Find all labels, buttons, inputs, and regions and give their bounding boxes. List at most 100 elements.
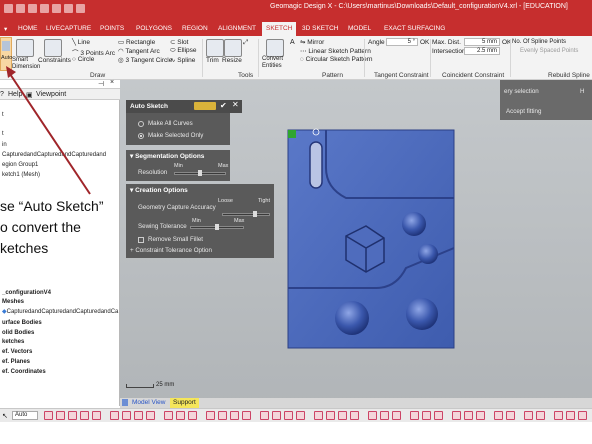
geometry-capture-slider-thumb[interactable] (253, 211, 257, 217)
tab-region[interactable]: REGION (182, 25, 208, 32)
display-icon[interactable] (176, 411, 185, 420)
tool-icon[interactable] (314, 411, 323, 420)
tool-icon[interactable] (368, 411, 377, 420)
resolution-slider[interactable] (174, 170, 226, 176)
tree-item[interactable]: urface Bodies (2, 320, 42, 326)
view-icon[interactable] (134, 411, 143, 420)
tree-item[interactable]: ◆CapturedandCapturedandCapturedandCa (2, 308, 118, 315)
options-icon[interactable] (76, 4, 85, 13)
sewing-tolerance-slider-thumb[interactable] (215, 224, 219, 230)
select-icon[interactable] (92, 411, 101, 420)
render-icon[interactable] (242, 411, 251, 420)
view-icon[interactable] (110, 411, 119, 420)
resize-icon[interactable] (224, 39, 242, 57)
sewing-tolerance-slider[interactable] (190, 224, 244, 230)
tab-sketch[interactable]: SKETCH (262, 22, 297, 36)
open-icon[interactable] (28, 4, 37, 13)
mirror-tool[interactable]: ⇋ Mirror (300, 38, 324, 46)
tool-icon[interactable] (578, 411, 587, 420)
tool-icon[interactable] (554, 411, 563, 420)
display-icon[interactable] (164, 411, 173, 420)
tab-points[interactable]: POINTS (100, 25, 124, 32)
tab-livecapture[interactable]: LIVECAPTURE (46, 25, 91, 32)
tool-icon[interactable] (326, 411, 335, 420)
tree-item[interactable]: ef. Coordinates (2, 369, 46, 375)
render-icon[interactable] (230, 411, 239, 420)
cancel-x-icon[interactable]: ✕ (232, 100, 239, 109)
tool-icon[interactable] (524, 411, 533, 420)
preview-icon[interactable] (194, 102, 216, 110)
tool-icon[interactable] (566, 411, 575, 420)
tree-item[interactable]: ef. Vectors (2, 349, 32, 355)
redo-icon[interactable] (64, 4, 73, 13)
nav-icon[interactable] (122, 399, 128, 406)
tree-item[interactable]: olid Bodies (2, 330, 34, 336)
quick-access-toolbar[interactable] (4, 4, 124, 17)
display-icon[interactable] (188, 411, 197, 420)
remove-small-fillet-checkbox[interactable] (138, 237, 144, 243)
convert-entities-icon[interactable] (266, 39, 284, 57)
any-selection-label[interactable]: ery selection (504, 88, 539, 95)
angle-input[interactable]: 5 ° (386, 38, 418, 46)
tool-icon[interactable] (410, 411, 419, 420)
tab-home[interactable]: HOME (18, 25, 38, 32)
mode-icon[interactable] (284, 411, 293, 420)
rectangle-tool[interactable]: ▭ Rectangle (118, 38, 155, 46)
tab-model-view[interactable]: Model View (132, 399, 165, 406)
tool-icon[interactable] (350, 411, 359, 420)
trim-icon[interactable] (206, 39, 224, 57)
creation-title[interactable]: ▾ Creation Options (130, 186, 188, 194)
render-icon[interactable] (218, 411, 227, 420)
constraint-tolerance-option[interactable]: + Constraint Tolerance Option (130, 247, 212, 254)
tree-item[interactable]: ef. Planes (2, 359, 30, 365)
make-selected-only-radio[interactable] (138, 133, 144, 139)
text-tool[interactable]: A (290, 39, 295, 46)
ellipse-tool[interactable]: ⬭ Ellipse (170, 47, 197, 55)
select-icon[interactable] (80, 411, 89, 420)
tool-icon[interactable] (476, 411, 485, 420)
intersection-input[interactable]: 2.5 mm (464, 47, 500, 55)
select-icon[interactable] (68, 411, 77, 420)
sketch-extra-tool[interactable]: ⤢ (243, 39, 248, 47)
slot-tool[interactable]: ⊂ Slot (170, 38, 188, 46)
new-icon[interactable] (16, 4, 25, 13)
linear-sketch-pattern-tool[interactable]: ⋯ Linear Sketch Pattern (300, 47, 371, 55)
render-icon[interactable] (206, 411, 215, 420)
tree-item[interactable]: Meshes (2, 299, 24, 305)
make-all-curves-label[interactable]: Make All Curves (148, 120, 193, 127)
undo-icon[interactable] (52, 4, 61, 13)
tool-icon[interactable] (536, 411, 545, 420)
segmentation-title[interactable]: ▾ Segmentation Options (130, 152, 204, 160)
tool-icon[interactable] (506, 411, 515, 420)
tree-item[interactable]: ketches (2, 339, 24, 345)
resize-label[interactable]: Resize (222, 57, 242, 64)
tool-icon[interactable] (422, 411, 431, 420)
select-icon[interactable] (56, 411, 65, 420)
mode-icon[interactable] (272, 411, 281, 420)
save-icon[interactable] (40, 4, 49, 13)
tab-model[interactable]: MODEL (348, 25, 371, 32)
tab-exact-surfacing[interactable]: EXACT SURFACING (384, 25, 445, 32)
app-menu-icon[interactable]: ▾ (4, 25, 7, 33)
angle-ok-button[interactable]: OK (420, 39, 429, 46)
remove-small-fillet-label[interactable]: Remove Small Fillet (148, 236, 203, 243)
tab-polygons[interactable]: POLYGONS (136, 25, 172, 32)
accept-fitting-label[interactable]: Accept fitting (506, 108, 541, 115)
mode-icon[interactable] (260, 411, 269, 420)
tool-icon[interactable] (464, 411, 473, 420)
resolution-slider-thumb[interactable] (198, 170, 202, 176)
tool-icon[interactable] (434, 411, 443, 420)
make-all-curves-radio[interactable] (138, 121, 144, 127)
ok-check-icon[interactable]: ✔ (220, 101, 227, 110)
spline-tool[interactable]: ∿ Spline (170, 56, 195, 64)
tool-icon[interactable] (392, 411, 401, 420)
select-icon[interactable] (44, 411, 53, 420)
tab-alignment[interactable]: ALIGNMENT (218, 25, 256, 32)
tree-item[interactable]: _configurationV4 (2, 290, 51, 296)
trim-label[interactable]: Trim (206, 57, 219, 64)
view-icon[interactable] (146, 411, 155, 420)
view-icon[interactable] (122, 411, 131, 420)
tool-icon[interactable] (380, 411, 389, 420)
tab-support[interactable]: Support (170, 398, 199, 408)
tool-icon[interactable] (338, 411, 347, 420)
